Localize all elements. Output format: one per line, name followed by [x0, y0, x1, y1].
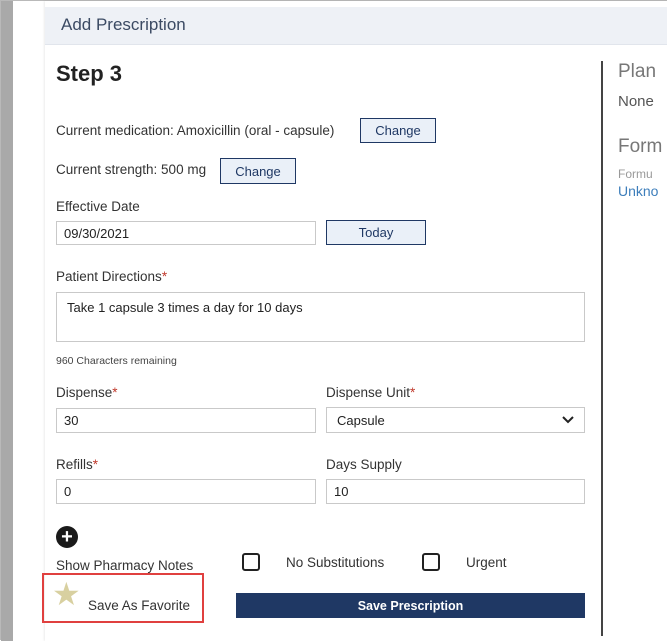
patient-directions-text: Patient Directions [56, 269, 162, 284]
left-gutter [13, 1, 45, 641]
patient-directions-label: Patient Directions* [56, 269, 167, 284]
change-medication-button[interactable]: Change [360, 118, 436, 143]
dispense-unit-label: Dispense Unit* [326, 385, 415, 400]
refills-text: Refills [56, 457, 93, 472]
step-title: Step 3 [56, 61, 123, 86]
required-mark: * [161, 269, 168, 284]
dispense-input[interactable]: 30 [56, 408, 316, 433]
plus-circle-icon[interactable]: + [56, 526, 78, 548]
dispense-unit-value: Capsule [337, 412, 385, 428]
plan-heading: Plan [618, 61, 657, 82]
chevron-down-icon [562, 416, 574, 424]
today-button[interactable]: Today [326, 220, 426, 245]
save-prescription-button[interactable]: Save Prescription [236, 593, 585, 618]
patient-directions-textarea[interactable]: Take 1 capsule 3 times a day for 10 days [56, 292, 585, 342]
formulary-heading: Form [618, 136, 663, 157]
window: Add Prescription Step 3 Current medicati… [0, 0, 667, 641]
dispense-text: Dispense [56, 385, 113, 400]
current-medication-label: Current medication: Amoxicillin (oral - … [56, 123, 335, 138]
star-icon[interactable]: ★ [52, 578, 81, 610]
days-supply-input[interactable]: 10 [326, 479, 585, 504]
add-prescription-panel: Add Prescription Step 3 Current medicati… [42, 1, 667, 641]
plan-value: None [618, 93, 654, 110]
panel-header: Add Prescription [45, 7, 667, 45]
formulary-link[interactable]: Unkno [618, 183, 667, 199]
urgent-checkbox[interactable] [422, 553, 440, 571]
change-strength-button[interactable]: Change [220, 158, 296, 184]
effective-date-input[interactable]: 09/30/2021 [56, 221, 316, 245]
left-sidebar-strip [1, 1, 13, 641]
required-mark: * [92, 457, 99, 472]
save-as-favorite-label[interactable]: Save As Favorite [88, 598, 190, 613]
dispense-unit-select[interactable]: Capsule [326, 407, 585, 433]
dispense-unit-text: Dispense Unit [326, 385, 411, 400]
current-strength-label: Current strength: 500 mg [56, 162, 207, 177]
refills-label: Refills* [56, 457, 98, 472]
days-supply-label: Days Supply [326, 457, 402, 472]
show-pharmacy-notes-label[interactable]: Show Pharmacy Notes [56, 558, 193, 573]
urgent-label: Urgent [466, 555, 507, 570]
dispense-label: Dispense* [56, 385, 118, 400]
effective-date-label: Effective Date [56, 199, 140, 214]
refills-input[interactable]: 0 [56, 479, 316, 504]
no-substitutions-checkbox[interactable] [242, 553, 260, 571]
column-divider [601, 61, 603, 636]
characters-remaining: 960 Characters remaining [56, 355, 177, 367]
formulary-subtext: Formu [618, 167, 653, 181]
panel-title: Add Prescription [61, 15, 186, 34]
required-mark: * [410, 385, 416, 400]
right-panel: Plan None Form Formu Unkno [618, 61, 667, 199]
no-substitutions-label: No Substitutions [286, 555, 385, 570]
patient-directions-value: Take 1 capsule 3 times a day for 10 days [67, 300, 303, 315]
required-mark: * [112, 385, 118, 400]
